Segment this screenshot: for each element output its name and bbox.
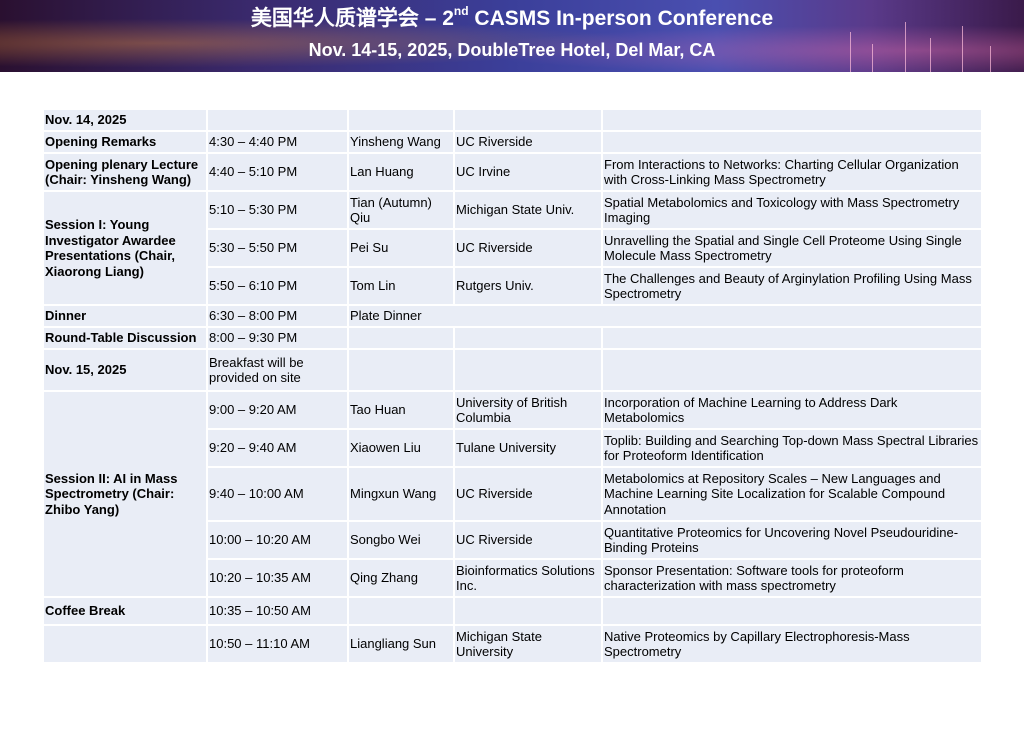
conference-banner: 美国华人质谱学会 – 2nd CASMS In-person Conferenc… (0, 0, 1024, 72)
speaker-cell: Liangliang Sun (349, 626, 453, 662)
speaker-cell: Yinsheng Wang (349, 132, 453, 152)
speaker-cell: Tom Lin (349, 268, 453, 304)
time-cell: 5:10 – 5:30 PM (208, 192, 347, 228)
affiliation-cell: Bioinformatics Solutions Inc. (455, 560, 601, 596)
note-cell: Breakfast will be provided on site (208, 350, 347, 390)
speaker-cell: Xiaowen Liu (349, 430, 453, 466)
table-row: Round-Table Discussion 8:00 – 9:30 PM (44, 328, 981, 348)
talk-title-cell: Sponsor Presentation: Software tools for… (603, 560, 981, 596)
talk-title-cell: Quantitative Proteomics for Uncovering N… (603, 522, 981, 558)
session-label: Opening Remarks (44, 132, 206, 152)
day-label: Nov. 14, 2025 (44, 110, 206, 130)
talk-title-cell: Toplib: Building and Searching Top-down … (603, 430, 981, 466)
affiliation-cell: UC Riverside (455, 468, 601, 520)
speaker-cell: Tian (Autumn) Qiu (349, 192, 453, 228)
time-cell: 9:40 – 10:00 AM (208, 468, 347, 520)
talk-title-cell: Incorporation of Machine Learning to Add… (603, 392, 981, 428)
time-cell: 10:50 – 11:10 AM (208, 626, 347, 662)
time-cell: 5:30 – 5:50 PM (208, 230, 347, 266)
time-cell: 5:50 – 6:10 PM (208, 268, 347, 304)
session-label: Dinner (44, 306, 206, 326)
session-label: Round-Table Discussion (44, 328, 206, 348)
banner-title: 美国华人质谱学会 – 2nd CASMS In-person Conferenc… (250, 4, 774, 30)
table-row: Opening Remarks 4:30 – 4:40 PM Yinsheng … (44, 132, 981, 152)
session-label: Session II: AI in Mass Spectrometry (Cha… (44, 392, 206, 596)
speaker-cell: Pei Su (349, 230, 453, 266)
schedule-table: Nov. 14, 2025 Opening Remarks 4:30 – 4:4… (42, 108, 983, 664)
affiliation-cell: UC Riverside (455, 230, 601, 266)
talk-title-cell: Metabolomics at Repository Scales – New … (603, 468, 981, 520)
table-row: Coffee Break 10:35 – 10:50 AM (44, 598, 981, 624)
table-row: Session II: AI in Mass Spectrometry (Cha… (44, 392, 981, 596)
affiliation-cell: Michigan State University (455, 626, 601, 662)
affiliation-cell: Rutgers Univ. (455, 268, 601, 304)
talk-title-cell: Spatial Metabolomics and Toxicology with… (603, 192, 981, 228)
table-row: Opening plenary Lecture (Chair: Yinsheng… (44, 154, 981, 190)
session-label: Coffee Break (44, 598, 206, 624)
time-cell: 10:35 – 10:50 AM (208, 598, 347, 624)
affiliation-cell: UC Riverside (455, 132, 601, 152)
table-row: 10:50 – 11:10 AM Liangliang Sun Michigan… (44, 626, 981, 662)
time-cell: 6:30 – 8:00 PM (208, 306, 347, 326)
talk-title-cell: The Challenges and Beauty of Arginylatio… (603, 268, 981, 304)
speaker-cell: Qing Zhang (349, 560, 453, 596)
time-cell: 10:20 – 10:35 AM (208, 560, 347, 596)
day-label: Nov. 15, 2025 (44, 350, 206, 390)
affiliation-cell: Tulane University (455, 430, 601, 466)
affiliation-cell: University of British Columbia (455, 392, 601, 428)
talk-title-cell: From Interactions to Networks: Charting … (603, 154, 981, 190)
note-cell: Plate Dinner (349, 306, 981, 326)
time-cell: 8:00 – 9:30 PM (208, 328, 347, 348)
speaker-cell: Lan Huang (349, 154, 453, 190)
talk-title-cell: Unravelling the Spatial and Single Cell … (603, 230, 981, 266)
speaker-cell: Songbo Wei (349, 522, 453, 558)
speaker-cell: Tao Huan (349, 392, 453, 428)
banner-subtitle: Nov. 14-15, 2025, DoubleTree Hotel, Del … (308, 40, 716, 60)
affiliation-cell: UC Irvine (455, 154, 601, 190)
title-superscript: nd (453, 4, 469, 18)
session-label: Opening plenary Lecture (Chair: Yinsheng… (44, 154, 206, 190)
time-cell: 10:00 – 10:20 AM (208, 522, 347, 558)
table-row: Nov. 14, 2025 (44, 110, 981, 130)
table-row: Session I: Young Investigator Awardee Pr… (44, 192, 981, 304)
table-row: Nov. 15, 2025 Breakfast will be provided… (44, 350, 981, 390)
time-cell: 4:40 – 5:10 PM (208, 154, 347, 190)
time-cell: 4:30 – 4:40 PM (208, 132, 347, 152)
table-row: Dinner 6:30 – 8:00 PM Plate Dinner (44, 306, 981, 326)
affiliation-cell: UC Riverside (455, 522, 601, 558)
session-label: Session I: Young Investigator Awardee Pr… (44, 192, 206, 304)
time-cell: 9:20 – 9:40 AM (208, 430, 347, 466)
time-cell: 9:00 – 9:20 AM (208, 392, 347, 428)
speaker-cell: Mingxun Wang (349, 468, 453, 520)
affiliation-cell: Michigan State Univ. (455, 192, 601, 228)
talk-title-cell: Native Proteomics by Capillary Electroph… (603, 626, 981, 662)
